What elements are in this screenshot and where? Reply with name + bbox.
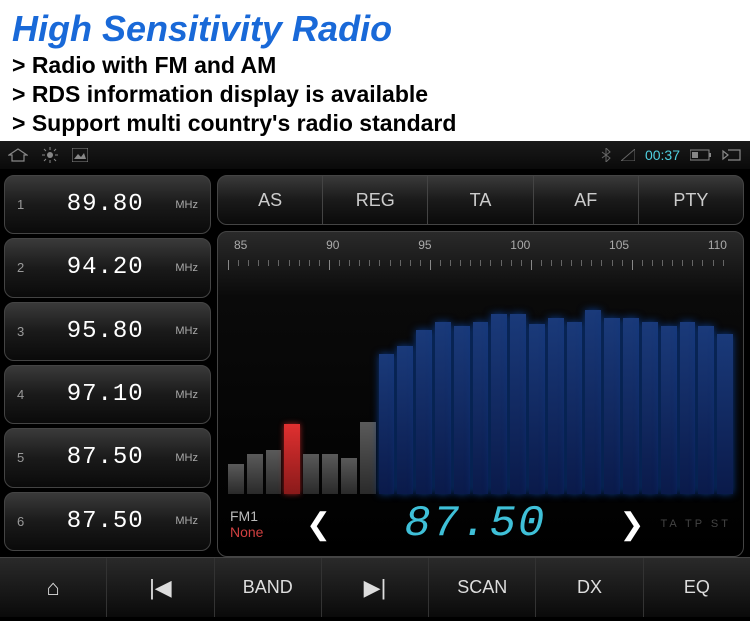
preset-2[interactable]: 294.20MHz [4,238,211,297]
signal-bar [266,450,282,494]
signal-icon [621,149,635,161]
mode-pty[interactable]: PTY [639,176,743,224]
preset-3[interactable]: 395.80MHz [4,302,211,361]
image-icon[interactable] [72,148,88,162]
preset-1[interactable]: 189.80MHz [4,175,211,234]
signal-bar [247,454,263,494]
band-button[interactable]: BAND [215,558,322,617]
signal-bar [397,346,413,494]
prev-icon: |◀ [149,575,172,601]
tune-down-icon[interactable]: ❮ [290,507,347,542]
eq-button[interactable]: EQ [644,558,750,617]
frequency-scale: 85 90 95 100 105 110 [218,232,743,254]
next-button[interactable]: ▶| [322,558,429,617]
signal-bar [303,454,319,494]
home-icon: ⌂ [46,575,59,601]
signal-bar [642,322,658,494]
signal-bar [567,322,583,494]
status-bar: 00:37 [0,141,750,169]
signal-bar [661,326,677,494]
feature-line: > Radio with FM and AM [12,52,738,79]
home-button[interactable]: ⌂ [0,558,107,617]
signal-bar [585,310,601,494]
feature-line: > Support multi country's radio standard [12,110,738,137]
clock: 00:37 [645,147,680,163]
signal-bar [473,322,489,494]
mode-row: AS REG TA AF PTY [217,175,744,225]
signal-bar [360,422,376,494]
dx-button[interactable]: DX [536,558,643,617]
band-label: FM1 [230,508,290,524]
scan-button[interactable]: SCAN [429,558,536,617]
bottom-toolbar: ⌂ |◀ BAND ▶| SCAN DX EQ [0,557,750,617]
radio-device: 00:37 189.80MHz 294.20MHz 395.80MHz 497.… [0,141,750,621]
signal-bar [510,314,526,494]
promo-header: High Sensitivity Radio > Radio with FM a… [0,0,750,141]
signal-bar [454,326,470,494]
current-frequency: 87.50 [347,499,603,549]
preset-4[interactable]: 497.10MHz [4,365,211,424]
frequency-display: FM1 None ❮ 87.50 ❯ TA TP ST [218,498,743,550]
bluetooth-icon [601,148,611,162]
next-icon: ▶| [364,575,387,601]
rds-indicators: TA TP ST [661,518,731,530]
signal-bar [284,424,300,494]
home-icon[interactable] [8,148,28,162]
signal-bars [228,294,733,494]
preset-5[interactable]: 587.50MHz [4,428,211,487]
preset-6[interactable]: 687.50MHz [4,492,211,551]
signal-bar [435,322,451,494]
back-icon[interactable] [722,148,742,162]
page-title: High Sensitivity Radio [12,8,738,50]
mode-af[interactable]: AF [534,176,639,224]
signal-bar [698,326,714,494]
signal-bar [491,314,507,494]
signal-bar [623,318,639,494]
brightness-icon[interactable] [42,147,58,163]
mode-ta[interactable]: TA [428,176,533,224]
mode-as[interactable]: AS [218,176,323,224]
signal-bar [529,324,545,494]
battery-icon [690,149,712,161]
signal-bar [379,354,395,494]
prev-button[interactable]: |◀ [107,558,214,617]
signal-bar [228,464,244,494]
signal-bar [680,322,696,494]
signal-bar [416,330,432,494]
signal-bar [717,334,733,494]
signal-bar [604,318,620,494]
feature-line: > RDS information display is available [12,81,738,108]
signal-visualizer[interactable]: 85 90 95 100 105 110 FM1 None ❮ 87.50 [217,231,744,557]
preset-list: 189.80MHz 294.20MHz 395.80MHz 497.10MHz … [0,169,215,557]
mode-reg[interactable]: REG [323,176,428,224]
signal-bar [322,454,338,494]
signal-bar [548,318,564,494]
tune-up-icon[interactable]: ❯ [603,507,660,542]
rds-label: None [230,524,290,540]
signal-bar [341,458,357,494]
